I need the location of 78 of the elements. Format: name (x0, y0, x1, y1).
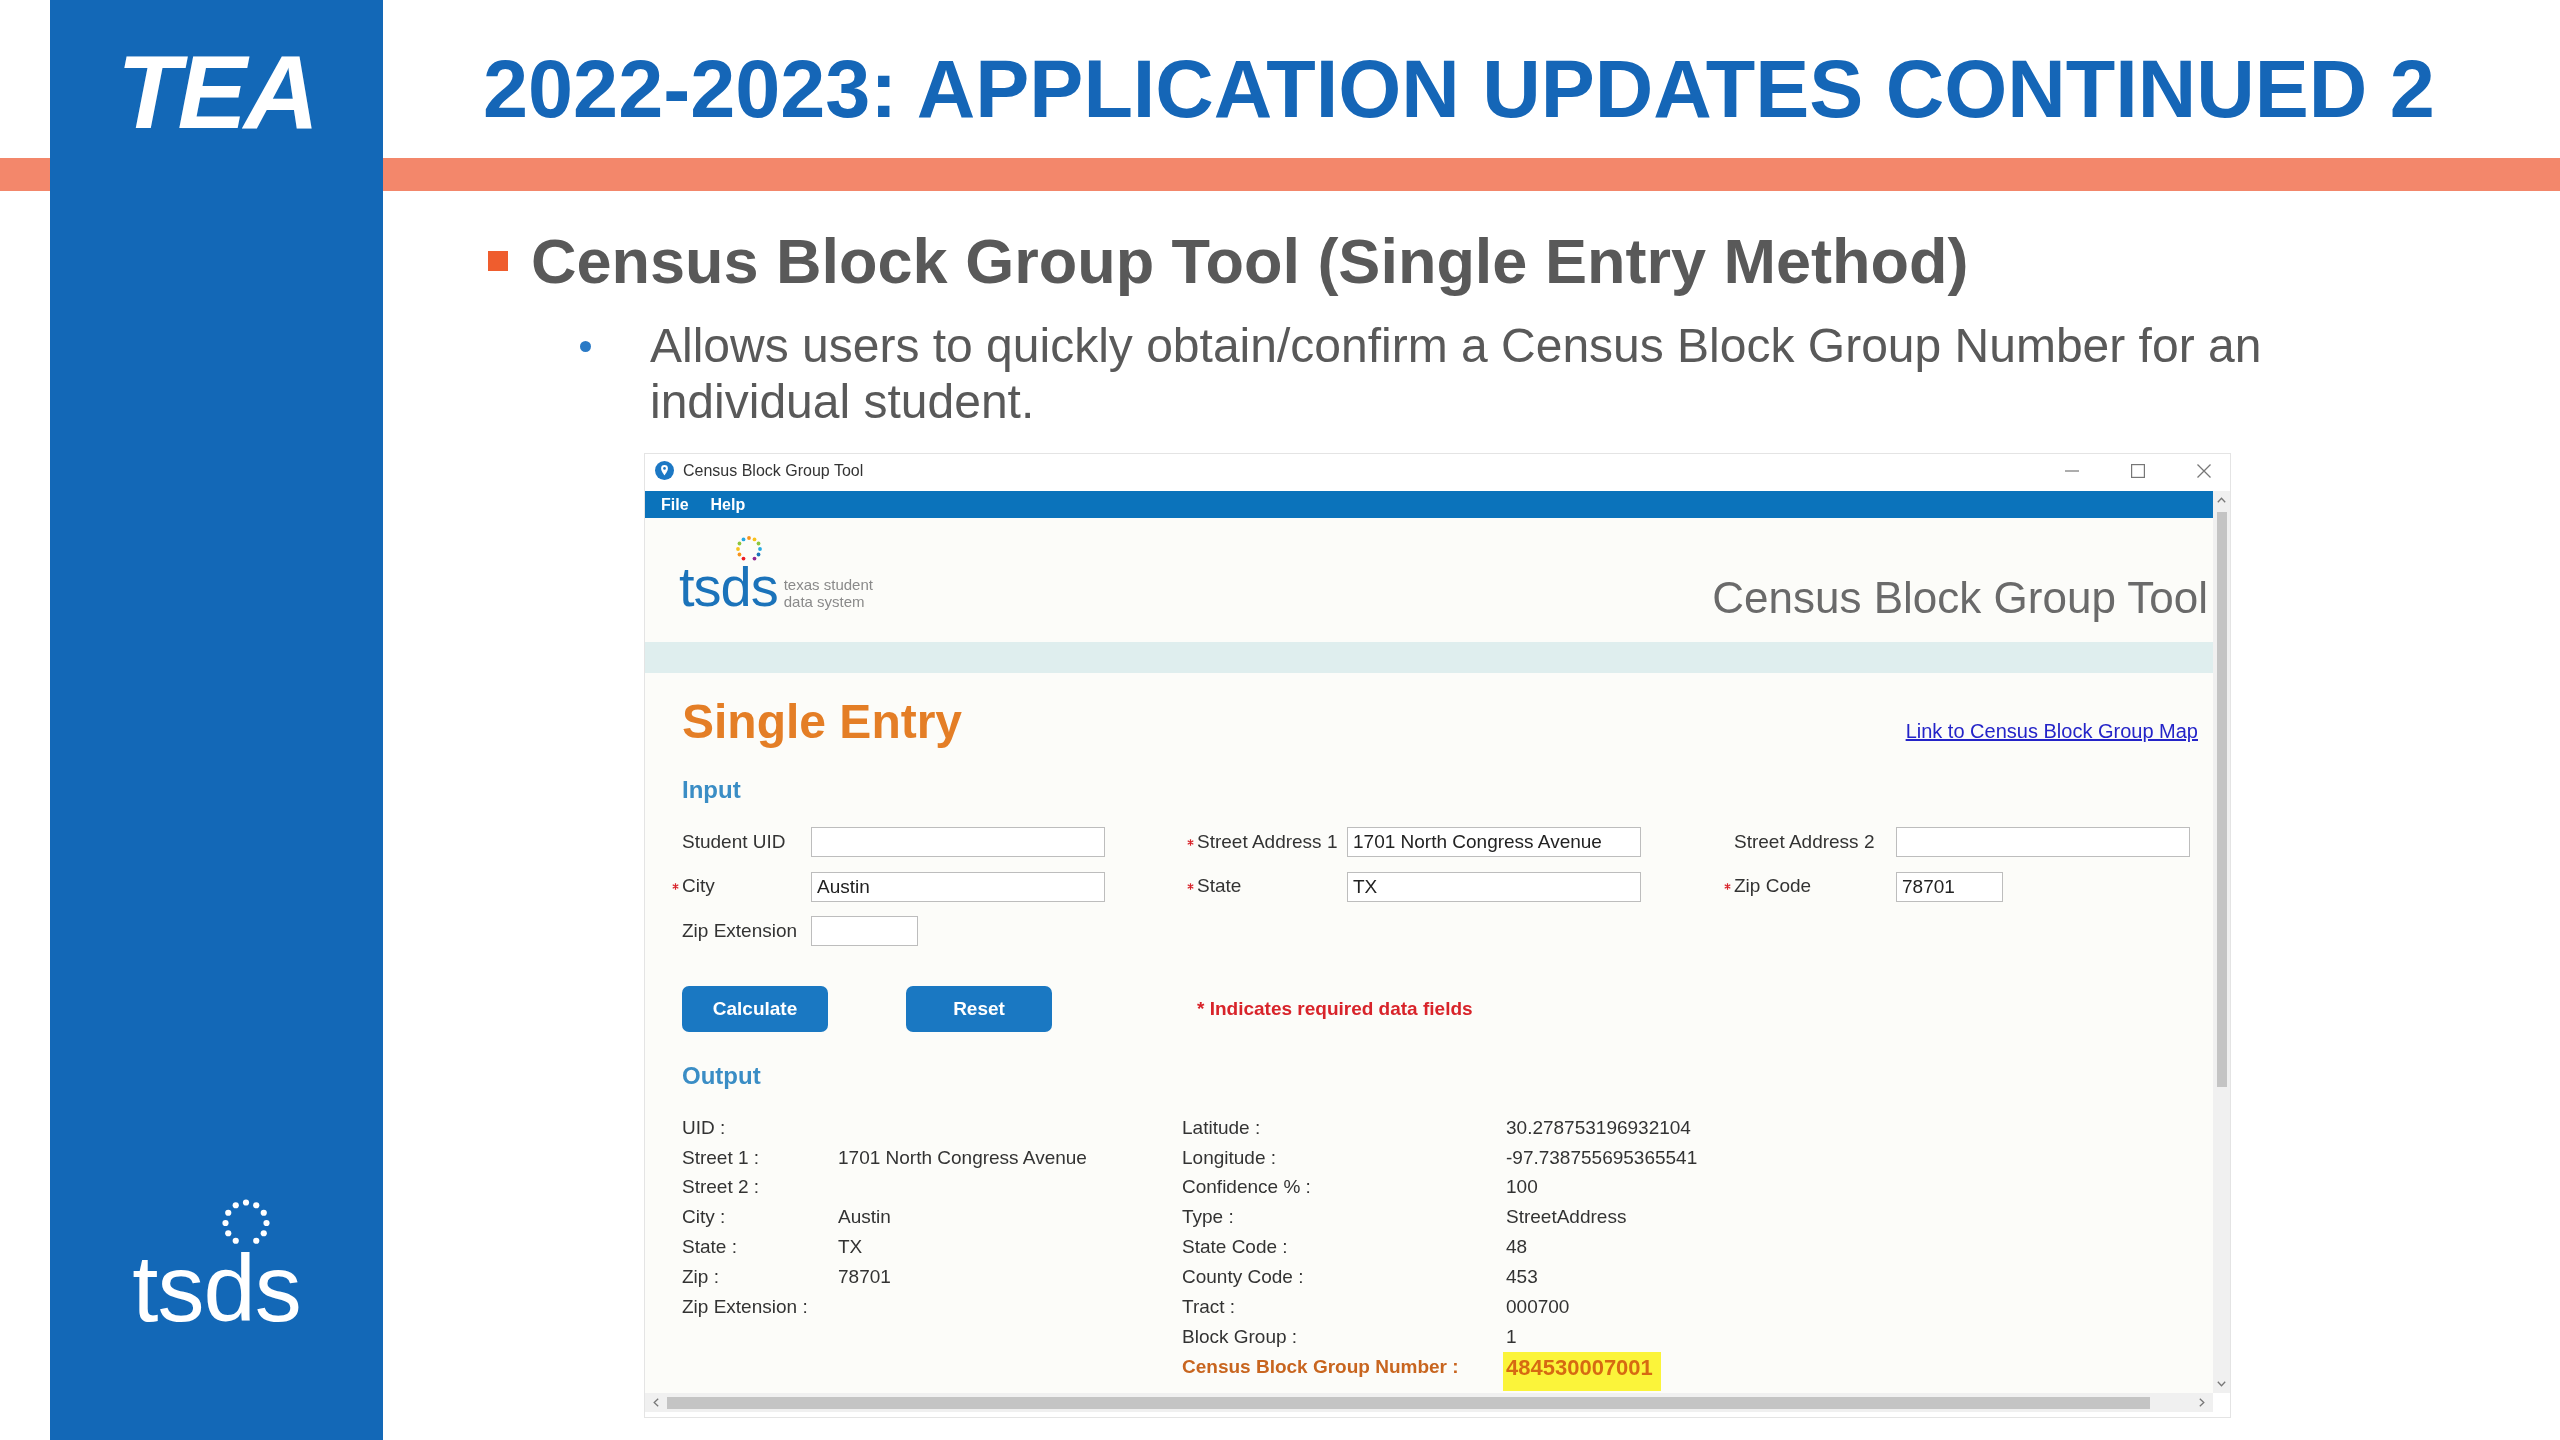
field-label: City (682, 874, 715, 899)
caret-right-icon[interactable] (2199, 1398, 2205, 1407)
logo-text: tsds (679, 562, 778, 613)
field-label: State (1197, 874, 1242, 899)
scrollbar-thumb[interactable] (2216, 512, 2227, 1087)
output-label: County Code : (1182, 1265, 1305, 1290)
output-value: 100 (1506, 1175, 1538, 1200)
output-label: City : (682, 1205, 727, 1230)
output-value: -97.738755695365541 (1506, 1145, 1698, 1170)
output-value: StreetAddress (1506, 1205, 1627, 1230)
caret-up-icon[interactable] (2217, 497, 2226, 503)
logo-text: tsds (132, 1247, 301, 1332)
slide-title: 2022-2023: APPLICATION UPDATES CONTINUED 2 (483, 48, 2435, 130)
dot-bullet-icon (580, 341, 591, 352)
output-label: UID : (682, 1115, 727, 1140)
output-value: 484530007001 (1503, 1352, 1661, 1392)
output-label: State : (682, 1235, 738, 1260)
output-value: 1 (1506, 1324, 1517, 1349)
page-title: Single Entry (682, 694, 963, 750)
minimize-icon[interactable] (2065, 469, 2079, 472)
output-label: Zip Extension : (682, 1295, 809, 1320)
text-field[interactable] (811, 916, 918, 946)
output-value: 000700 (1506, 1295, 1570, 1320)
output-value: 453 (1506, 1265, 1538, 1290)
output-value: TX (838, 1235, 863, 1260)
caret-down-icon[interactable] (2217, 1381, 2226, 1387)
section-heading: Output (682, 1061, 762, 1091)
menu-item[interactable]: Help (710, 496, 746, 513)
scrollbar-thumb[interactable] (667, 1396, 2150, 1409)
app-header-title: Census Block Group Tool (1712, 574, 2208, 624)
vertical-scrollbar[interactable] (2213, 491, 2230, 1393)
accent-band (0, 158, 50, 191)
text-field[interactable]: TX (1347, 871, 1641, 902)
logo-tagline: texas student data system (783, 576, 873, 611)
output-value: 30.278753196932104 (1506, 1115, 1691, 1140)
text-field[interactable]: 78701 (1896, 871, 2003, 902)
map-link[interactable]: Link to Census Block Group Map (1905, 716, 2198, 746)
horizontal-scrollbar[interactable] (645, 1393, 2213, 1412)
output-label: Street 1 : (682, 1145, 761, 1170)
calculate-button[interactable]: Calculate (682, 986, 828, 1032)
field-label: Street Address 1 (1197, 829, 1338, 854)
output-label: Block Group : (1182, 1324, 1299, 1349)
close-icon[interactable] (2197, 463, 2211, 478)
output-value: Austin (838, 1205, 891, 1230)
dots-ring-icon (736, 536, 762, 561)
reset-button[interactable]: Reset (906, 986, 1052, 1032)
text-field[interactable] (811, 827, 1105, 857)
field-label: Student UID (682, 829, 786, 854)
caret-left-icon[interactable] (653, 1398, 659, 1407)
menu-item[interactable]: File (661, 496, 689, 513)
bullet-text: Allows users to quickly obtain/confirm a Census Block Group Number for an individual student. (650, 318, 2263, 430)
output-label: Type : (1182, 1205, 1235, 1230)
output-value: 48 (1506, 1235, 1528, 1260)
output-value: 1701 North Congress Avenue (838, 1145, 1087, 1170)
maximize-icon[interactable] (2131, 463, 2145, 478)
output-label: Longitude : (1182, 1145, 1278, 1170)
output-label: Street 2 : (682, 1175, 761, 1200)
output-value: 78701 (838, 1265, 891, 1290)
pin-icon (655, 461, 674, 480)
text-field[interactable] (1896, 827, 2190, 857)
text-field[interactable]: 1701 North Congress Avenue (1347, 827, 1641, 857)
output-label: Census Block Group Number : (1182, 1354, 1460, 1379)
field-label: Zip Extension (682, 918, 798, 943)
required-note: * Indicates required data fields (1197, 996, 1473, 1021)
output-label: Tract : (1182, 1295, 1237, 1320)
square-bullet-icon (488, 251, 508, 271)
field-label: Zip Code (1734, 874, 1812, 899)
output-label: Latitude : (1182, 1115, 1262, 1140)
field-label: Street Address 2 (1734, 829, 1875, 854)
text-field[interactable]: Austin (811, 871, 1105, 902)
output-label: Zip : (682, 1265, 720, 1290)
bullet-heading: Census Block Group Tool (Single Entry Method) (531, 226, 1969, 296)
section-heading: Input (682, 775, 742, 805)
output-label: State Code : (1182, 1235, 1289, 1260)
dots-ring-icon (222, 1199, 271, 1246)
output-label: Confidence % : (1182, 1175, 1312, 1200)
window-title: Census Block Group Tool (683, 460, 864, 481)
logo-text: TEA (117, 40, 316, 144)
